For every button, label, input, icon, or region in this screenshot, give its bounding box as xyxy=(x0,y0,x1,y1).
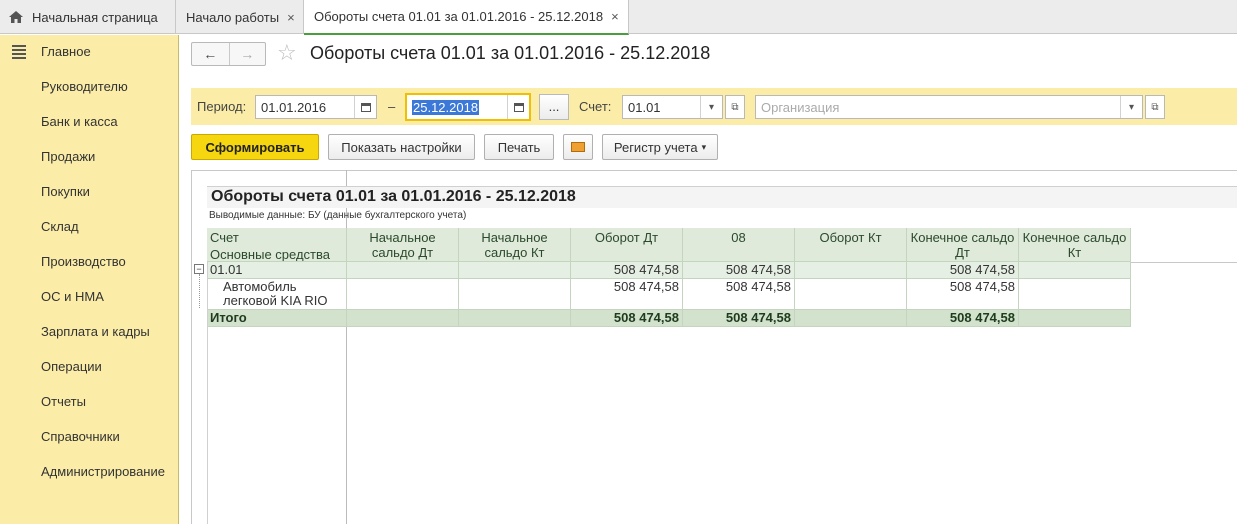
sidebar-item-manager[interactable]: Руководителю xyxy=(41,79,128,94)
table-cell xyxy=(459,262,571,279)
open-account-icon[interactable]: ⧉ xyxy=(725,95,745,119)
column-header: Оборот Дт xyxy=(571,228,683,262)
dropdown-arrow-icon: ▾ xyxy=(701,141,707,152)
report-title: Обороты счета 01.01 за 01.01.2016 - 25.1… xyxy=(207,186,1237,208)
table-cell: 508 474,58 xyxy=(683,262,795,279)
close-icon[interactable]: × xyxy=(611,9,619,24)
table-cell xyxy=(1019,262,1131,279)
register-dropdown-button[interactable]: Регистр учета ▾ xyxy=(602,134,718,160)
tree-line xyxy=(199,274,200,308)
sidebar-item-sales[interactable]: Продажи xyxy=(41,149,95,164)
sidebar-item-payroll[interactable]: Зарплата и кадры xyxy=(41,324,150,339)
email-button[interactable] xyxy=(563,134,593,160)
table-cell: 508 474,58 xyxy=(683,279,795,310)
calendar-icon[interactable] xyxy=(507,95,529,119)
calendar-icon[interactable] xyxy=(354,96,376,118)
home-icon xyxy=(9,11,23,23)
table-cell xyxy=(795,279,907,310)
sidebar-item-main[interactable]: Главное xyxy=(41,44,91,59)
column-header: Начальное сальдо Дт xyxy=(347,228,459,262)
table-cell: 508 474,58 xyxy=(683,310,795,327)
period-dash: – xyxy=(388,99,396,114)
tab-home-label: Начальная страница xyxy=(32,9,158,25)
column-header: Оборот Кт xyxy=(795,228,907,262)
sidebar-item-operations[interactable]: Операции xyxy=(41,359,102,374)
sidebar-item-warehouse[interactable]: Склад xyxy=(41,219,79,234)
report-divider xyxy=(1130,262,1237,263)
dropdown-arrow-icon[interactable]: ▾ xyxy=(700,96,722,118)
generate-button[interactable]: Сформировать xyxy=(191,134,319,160)
date-from-value: 01.01.2016 xyxy=(261,100,327,115)
row-label-asset[interactable]: Автомобиль легковой KIA RIO xyxy=(207,279,347,310)
column-header: Начальное сальдо Кт xyxy=(459,228,571,262)
table-cell xyxy=(1019,279,1131,310)
sidebar-item-bank[interactable]: Банк и касса xyxy=(41,114,118,129)
sidebar-item-admin[interactable]: Администрирование xyxy=(41,464,165,479)
report-subtitle: Выводимые данные: БУ (данные бухгалтерск… xyxy=(209,210,467,221)
sidebar-item-production[interactable]: Производство xyxy=(41,254,126,269)
date-from-field[interactable]: 01.01.2016 xyxy=(255,95,377,119)
table-cell: 508 474,58 xyxy=(907,279,1019,310)
sidebar-item-fixed-assets[interactable]: ОС и НМА xyxy=(41,289,104,304)
register-label: Регистр учета xyxy=(613,139,698,155)
period-select-button[interactable]: ... xyxy=(539,94,569,120)
table-cell xyxy=(459,279,571,310)
tab-report-label: Обороты счета 01.01 за 01.01.2016 - 25.1… xyxy=(314,9,604,24)
envelope-icon xyxy=(571,142,585,152)
table-cell: 508 474,58 xyxy=(571,262,683,279)
table-cell xyxy=(347,262,459,279)
table-cell: 508 474,58 xyxy=(571,279,683,310)
table-cell xyxy=(347,279,459,310)
sidebar-item-reports[interactable]: Отчеты xyxy=(41,394,86,409)
account-value: 01.01 xyxy=(628,100,661,115)
forward-arrow-icon[interactable]: → xyxy=(228,43,266,65)
column-header: Конечное сальдо Дт xyxy=(907,228,1019,262)
table-cell: 508 474,58 xyxy=(907,262,1019,279)
table-cell xyxy=(459,310,571,327)
table-cell xyxy=(1019,310,1131,327)
account-label: Счет: xyxy=(579,99,612,114)
column-header: 08 xyxy=(683,228,795,262)
table-cell xyxy=(795,310,907,327)
table-cell xyxy=(347,310,459,327)
organization-placeholder: Организация xyxy=(761,100,840,115)
row-header-group: Основные средства xyxy=(207,245,347,262)
close-icon[interactable]: × xyxy=(287,10,295,25)
sidebar-item-directories[interactable]: Справочники xyxy=(41,429,120,444)
open-organization-icon[interactable]: ⧉ xyxy=(1145,95,1165,119)
account-field[interactable]: 01.01 ▾ xyxy=(622,95,723,119)
column-header: Конечное сальдо Кт xyxy=(1019,228,1131,262)
print-button[interactable]: Печать xyxy=(484,134,554,160)
organization-field[interactable]: Организация ▾ xyxy=(755,95,1143,119)
navigation-buttons: ← → xyxy=(191,42,266,66)
sidebar: Главное Руководителю Банк и касса Продаж… xyxy=(0,35,179,524)
row-label-total: Итого xyxy=(207,310,347,327)
date-to-field[interactable]: 25.12.2018 xyxy=(405,93,531,121)
tab-bar: Начальная страница Начало работы × Оборо… xyxy=(0,0,1237,35)
table-cell: 508 474,58 xyxy=(907,310,1019,327)
table-cell: 508 474,58 xyxy=(571,310,683,327)
collapse-icon[interactable]: − xyxy=(194,264,204,274)
table-cell xyxy=(795,262,907,279)
tab-report[interactable]: Обороты счета 01.01 за 01.01.2016 - 25.1… xyxy=(304,0,629,35)
report-area[interactable] xyxy=(191,170,1237,524)
row-header-account: Счет xyxy=(207,228,347,245)
back-arrow-icon[interactable]: ← xyxy=(192,43,229,65)
sidebar-item-purchases[interactable]: Покупки xyxy=(41,184,90,199)
report-divider xyxy=(346,170,347,524)
period-label: Период: xyxy=(197,99,247,114)
tab-start-label: Начало работы xyxy=(186,9,280,25)
dropdown-arrow-icon[interactable]: ▾ xyxy=(1120,96,1142,118)
row-label-account[interactable]: 01.01 xyxy=(207,262,347,279)
page-title: Обороты счета 01.01 за 01.01.2016 - 25.1… xyxy=(310,43,711,63)
tab-start[interactable]: Начало работы × xyxy=(176,0,304,34)
hamburger-menu-icon[interactable] xyxy=(12,45,26,59)
date-to-value: 25.12.2018 xyxy=(412,100,480,115)
report-divider xyxy=(207,262,208,524)
tab-home[interactable]: Начальная страница xyxy=(0,0,176,34)
favorite-star-icon[interactable]: ☆ xyxy=(277,41,297,65)
show-settings-button[interactable]: Показать настройки xyxy=(328,134,475,160)
